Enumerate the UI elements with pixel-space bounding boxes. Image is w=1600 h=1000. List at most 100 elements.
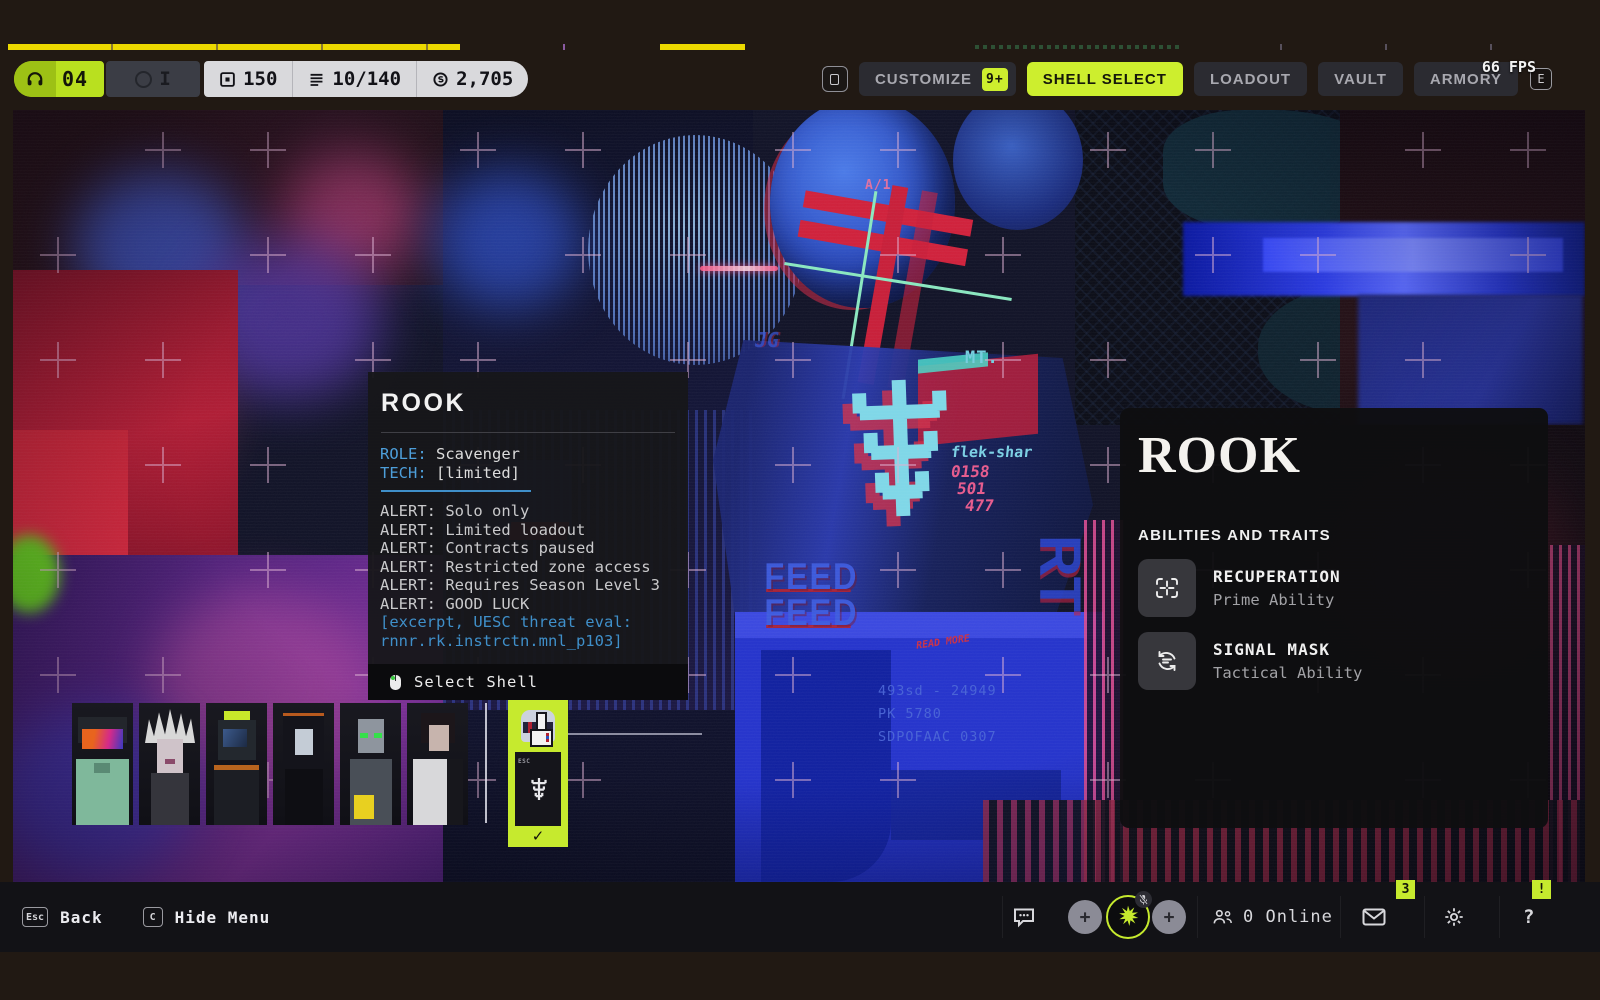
cross-marker bbox=[775, 342, 811, 378]
tab-label: CUSTOMIZE bbox=[875, 71, 972, 88]
cross-marker bbox=[40, 552, 76, 588]
background-collage: A/1 JG MT. flek-shar 0158 501 477 FEED F… bbox=[13, 110, 1585, 882]
tooltip-fields: ROLE: ScavengerTECH: [limited] bbox=[380, 445, 676, 482]
cross-marker bbox=[1090, 132, 1126, 168]
tooltip-excerpt: [excerpt, UESC threat eval:rnnr.rk.instr… bbox=[380, 613, 676, 650]
shell-thumbnail-selected[interactable]: ESC ✓ bbox=[508, 700, 568, 847]
excerpt-line: [excerpt, UESC threat eval: bbox=[380, 613, 676, 632]
tooltip-field: ROLE: Scavenger bbox=[380, 445, 676, 464]
ability-text: SIGNAL MASKTactical Ability bbox=[1213, 640, 1362, 682]
hide-menu-button[interactable]: Hide Menu bbox=[175, 908, 271, 927]
shell-thumbnail-6[interactable] bbox=[407, 703, 468, 825]
headset-icon bbox=[14, 61, 56, 97]
robot-body-art: ESC bbox=[515, 752, 561, 826]
shell-thumbnail-4[interactable] bbox=[273, 703, 334, 825]
field-label: TECH: bbox=[380, 464, 436, 482]
cross-marker bbox=[880, 762, 916, 798]
next-player-button[interactable]: + bbox=[1152, 882, 1186, 952]
c-keycap: C bbox=[143, 907, 163, 927]
cross-marker bbox=[985, 342, 1021, 378]
cross-marker bbox=[880, 447, 916, 483]
shell-name-title: ROOK bbox=[1138, 426, 1530, 485]
settings-button[interactable] bbox=[1443, 882, 1465, 952]
progress-tick bbox=[1385, 44, 1387, 50]
cross-marker bbox=[775, 657, 811, 693]
mail-count-badge: 3 bbox=[1396, 880, 1415, 899]
slot-label: I bbox=[159, 68, 170, 90]
tooltip-title: ROOK bbox=[381, 389, 676, 418]
cross-marker bbox=[40, 657, 76, 693]
cross-marker bbox=[985, 552, 1021, 588]
list-icon bbox=[308, 71, 325, 88]
progress-tick bbox=[1490, 44, 1492, 50]
back-button[interactable]: Back bbox=[60, 908, 103, 927]
cross-marker bbox=[40, 237, 76, 273]
stat-stack[interactable]: 10/140 bbox=[292, 61, 416, 97]
mail-button[interactable] bbox=[1362, 882, 1386, 952]
circle-icon bbox=[135, 71, 152, 88]
ability-name: RECUPERATION bbox=[1213, 567, 1341, 586]
tab-badge: 9+ bbox=[982, 68, 1008, 91]
top-progress-strip bbox=[0, 44, 1600, 50]
tab-label: VAULT bbox=[1334, 71, 1387, 88]
help-alert-badge: ! bbox=[1532, 880, 1551, 899]
progress-tick bbox=[1280, 44, 1282, 50]
ability-kind: Tactical Ability bbox=[1213, 664, 1362, 682]
esc-keycap: Esc bbox=[22, 907, 48, 927]
slot-pill[interactable]: I bbox=[106, 61, 200, 97]
party-count: 04 bbox=[56, 67, 104, 91]
mic-muted-icon bbox=[1135, 891, 1152, 908]
cross-marker bbox=[145, 342, 181, 378]
selected-check-icon: ✓ bbox=[508, 827, 568, 845]
cross-marker bbox=[775, 762, 811, 798]
field-value: Scavenger bbox=[436, 445, 520, 463]
tooltip-field: TECH: [limited] bbox=[380, 464, 676, 483]
stat-coins-value: 2,705 bbox=[456, 68, 513, 90]
shell-thumbnail-3[interactable] bbox=[206, 703, 267, 825]
cross-marker bbox=[880, 237, 916, 273]
prev-player-button[interactable]: + bbox=[1068, 882, 1102, 952]
shell-tooltip: ROOK ROLE: ScavengerTECH: [limited] ALER… bbox=[368, 372, 688, 700]
stat-frames[interactable]: 150 bbox=[204, 61, 292, 97]
window-icon[interactable] bbox=[822, 66, 848, 92]
party-pill[interactable]: 04 bbox=[14, 61, 104, 97]
gear-icon bbox=[1443, 906, 1465, 928]
cross-marker bbox=[1090, 342, 1126, 378]
tab-vault[interactable]: VAULT bbox=[1318, 62, 1403, 96]
currency-stats: 150 10/140 2,705 bbox=[204, 61, 528, 97]
cross-marker bbox=[145, 132, 181, 168]
chat-button[interactable] bbox=[1012, 882, 1036, 952]
progress-segment bbox=[8, 44, 460, 50]
tab-label: SHELL SELECT bbox=[1043, 71, 1167, 88]
player-avatar[interactable] bbox=[1106, 882, 1150, 952]
shell-thumbnail-5[interactable] bbox=[340, 703, 401, 825]
cross-marker bbox=[670, 237, 706, 273]
cross-marker bbox=[985, 657, 1021, 693]
tab-loadout[interactable]: LOADOUT bbox=[1194, 62, 1307, 96]
select-shell-label: Select Shell bbox=[414, 673, 538, 691]
alert-line: ALERT: Contracts paused bbox=[380, 539, 676, 558]
player-hud: 04 I 150 10/140 2,705 bbox=[14, 61, 528, 97]
shell-thumbnail-1[interactable] bbox=[72, 703, 133, 825]
shell-thumbnail-2[interactable] bbox=[139, 703, 200, 825]
coin-icon bbox=[432, 71, 449, 88]
cross-marker bbox=[880, 552, 916, 588]
online-status[interactable]: 0 Online bbox=[1212, 882, 1333, 952]
cross-marker bbox=[1510, 132, 1546, 168]
ability-row: RECUPERATION Prime Ability bbox=[1138, 559, 1530, 617]
cross-marker bbox=[460, 132, 496, 168]
ability-kind: Prime Ability bbox=[1213, 591, 1341, 609]
cross-marker bbox=[145, 447, 181, 483]
tab-shell-select[interactable]: SHELL SELECT bbox=[1027, 62, 1183, 96]
cross-marker bbox=[1510, 237, 1546, 273]
frame-icon bbox=[219, 71, 236, 88]
ability-row: SIGNAL MASKTactical Ability bbox=[1138, 632, 1530, 690]
stat-stack-value: 10/140 bbox=[332, 68, 401, 90]
select-shell-action[interactable]: Select Shell bbox=[368, 664, 688, 700]
cross-marker bbox=[985, 237, 1021, 273]
stat-coins[interactable]: 2,705 bbox=[416, 61, 528, 97]
cross-marker bbox=[565, 237, 601, 273]
abilities-list: RECUPERATION Prime Ability SIGNAL MASKTact… bbox=[1138, 559, 1530, 690]
cross-marker bbox=[250, 552, 286, 588]
tab-customize[interactable]: CUSTOMIZE 9+ bbox=[859, 62, 1016, 96]
